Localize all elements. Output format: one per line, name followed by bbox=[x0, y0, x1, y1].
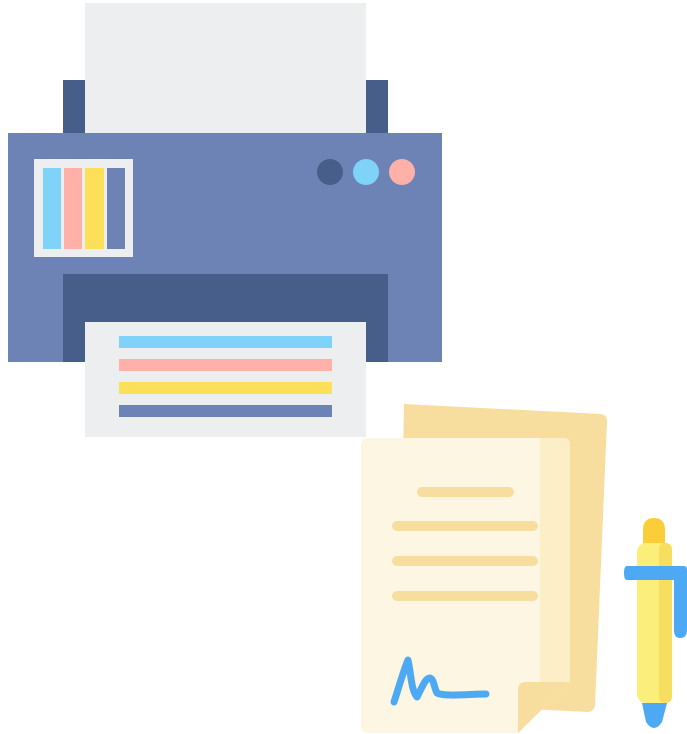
printer-icon bbox=[8, 3, 442, 437]
printer-paper-tray-right bbox=[366, 80, 388, 135]
pen-tip bbox=[642, 703, 667, 728]
document-line-1 bbox=[417, 487, 514, 497]
ink-cartridge-pink bbox=[64, 168, 82, 249]
pen-cap bbox=[643, 518, 665, 545]
pen-icon bbox=[624, 518, 687, 728]
ink-cartridge-blue bbox=[107, 168, 125, 249]
printer-and-document-illustration bbox=[8, 3, 687, 733]
document-line-3 bbox=[392, 556, 538, 566]
printer-input-paper bbox=[85, 3, 366, 138]
indicator-light-dark bbox=[317, 159, 343, 185]
ink-cartridge-cyan bbox=[43, 168, 61, 249]
indicator-light-cyan bbox=[353, 159, 379, 185]
output-line-cyan bbox=[119, 336, 332, 348]
document-front-shade bbox=[540, 438, 570, 682]
ink-cartridge-yellow bbox=[85, 168, 104, 249]
output-line-pink bbox=[119, 359, 332, 371]
document-line-2 bbox=[392, 521, 538, 531]
output-line-blue bbox=[119, 405, 332, 417]
signed-document-icon bbox=[361, 404, 607, 733]
document-line-4 bbox=[392, 591, 538, 601]
printer-paper-tray-left bbox=[63, 80, 85, 135]
indicator-light-pink bbox=[389, 159, 415, 185]
output-line-yellow bbox=[119, 382, 332, 394]
